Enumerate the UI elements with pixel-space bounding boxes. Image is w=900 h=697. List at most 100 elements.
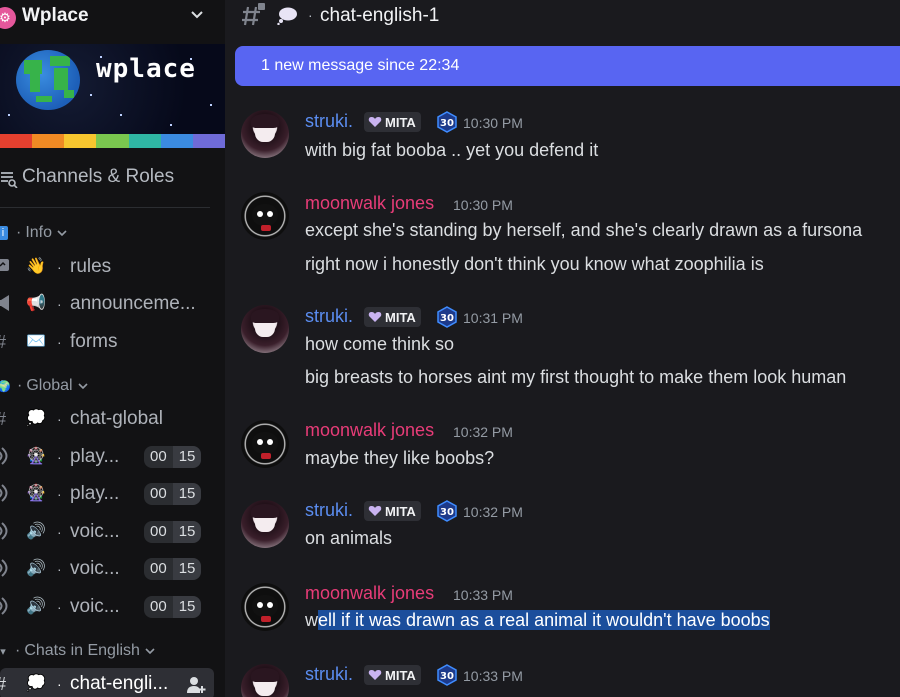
- thought-bubble-icon: [277, 7, 297, 25]
- channel-label: announceme...: [70, 293, 196, 314]
- server-header[interactable]: ⚙ Wplace: [0, 0, 225, 44]
- category-label: Chats in English: [24, 642, 140, 659]
- banner-rainbow-stripe: [0, 134, 225, 148]
- avatar[interactable]: [241, 192, 289, 240]
- username[interactable]: struki.: [305, 111, 353, 132]
- message-text: how come think so: [305, 334, 455, 354]
- heart-icon: [368, 117, 382, 127]
- username[interactable]: struki.: [305, 664, 353, 685]
- sidebar-item-forms[interactable]: # ✉️ · forms: [0, 326, 214, 358]
- sidebar-item-voice-3[interactable]: 🔊 · voic... 00 15: [0, 591, 214, 623]
- timestamp: 10:32 PM: [463, 504, 523, 520]
- category-global[interactable]: 🌍 · Global: [0, 376, 88, 396]
- guild-tag-badge[interactable]: MITA: [364, 112, 421, 132]
- chevron-down-icon: [78, 383, 88, 390]
- channel-label: play...: [70, 483, 120, 504]
- globe-logo-icon: [16, 50, 80, 110]
- new-message-text: 1 new message since 22:34: [261, 57, 460, 74]
- megaphone-icon: 📢: [26, 295, 46, 312]
- heart-icon: [368, 506, 382, 516]
- level-badge-icon: 30: [437, 111, 457, 133]
- username[interactable]: moonwalk jones: [305, 193, 434, 214]
- voice-user-counter: 00 15: [144, 596, 202, 618]
- timestamp: 10:33 PM: [463, 668, 523, 684]
- speaker-icon: [0, 522, 14, 542]
- svg-text:30: 30: [440, 671, 454, 682]
- chevron-down-icon[interactable]: [190, 8, 204, 22]
- envelope-icon: ✉️: [26, 333, 46, 350]
- channel-label: chat-global: [70, 408, 163, 429]
- hash-lock-icon: #: [0, 674, 14, 694]
- category-info[interactable]: i · Info: [0, 223, 67, 243]
- speaker-icon: [0, 484, 14, 504]
- pin-icon: ▾: [0, 645, 6, 658]
- channels-roles-label: Channels & Roles: [22, 166, 175, 187]
- server-name: Wplace: [22, 5, 89, 26]
- voice-user-counter: 00 15: [144, 446, 202, 468]
- username[interactable]: struki.: [305, 500, 353, 521]
- voice-user-counter: 00 15: [144, 558, 202, 580]
- username[interactable]: moonwalk jones: [305, 420, 434, 441]
- svg-text:30: 30: [440, 313, 454, 324]
- banner-logo-text: wplace: [96, 54, 196, 84]
- guild-tag-badge[interactable]: MITA: [364, 665, 421, 685]
- voice-user-counter: 00 15: [144, 521, 202, 543]
- username[interactable]: struki.: [305, 306, 353, 327]
- heart-icon: [368, 670, 382, 680]
- avatar[interactable]: [241, 305, 289, 353]
- add-user-icon[interactable]: [186, 675, 206, 695]
- speaker-icon: [0, 447, 14, 467]
- hash-icon: #: [0, 332, 14, 352]
- sidebar-item-voice-play-2[interactable]: 🎡 · play... 00 15: [0, 478, 214, 510]
- category-label: Info: [25, 224, 53, 241]
- svg-text:30: 30: [440, 507, 454, 518]
- speaker-icon: [0, 597, 14, 617]
- sidebar-item-chat-english[interactable]: # 💭 · chat-engli...: [0, 668, 214, 697]
- sidebar-item-chat-global[interactable]: # 💭 · chat-global: [0, 403, 214, 435]
- globe-icon: 🌍: [0, 380, 11, 393]
- timestamp: 10:32 PM: [453, 424, 513, 440]
- chat-area: · chat-english-1 1 new message since 22:…: [225, 0, 900, 697]
- avatar[interactable]: [241, 500, 289, 548]
- avatar[interactable]: [241, 664, 289, 697]
- avatar[interactable]: [241, 583, 289, 631]
- message-text: on animals: [305, 528, 393, 548]
- username[interactable]: moonwalk jones: [305, 583, 434, 604]
- ferris-wheel-icon: 🎡: [26, 485, 46, 502]
- avatar[interactable]: [241, 420, 289, 468]
- avatar[interactable]: [241, 110, 289, 158]
- message-text: maybe they like boobs?: [305, 448, 495, 468]
- channels-roles-icon: [1, 172, 18, 188]
- info-icon: i: [0, 226, 8, 240]
- channel-sidebar: ⚙ Wplace wplace Channels & Roles i · Inf…: [0, 0, 225, 697]
- level-badge-icon: 30: [437, 500, 457, 522]
- voice-user-counter: 00 15: [144, 483, 202, 505]
- chevron-down-icon: [145, 648, 155, 655]
- loudspeaker-icon: 🔊: [26, 523, 46, 540]
- sidebar-item-voice-1[interactable]: 🔊 · voic... 00 15: [0, 516, 214, 548]
- speaker-icon: [0, 559, 14, 579]
- guild-tag-badge[interactable]: MITA: [364, 501, 421, 521]
- channel-label: play...: [70, 446, 120, 467]
- new-message-banner[interactable]: 1 new message since 22:34: [235, 46, 900, 86]
- server-gear-icon: ⚙: [0, 7, 16, 29]
- channel-title: chat-english-1: [320, 5, 440, 26]
- sidebar-item-voice-2[interactable]: 🔊 · voic... 00 15: [0, 553, 214, 585]
- channel-label: forms: [70, 331, 118, 352]
- loudspeaker-icon: 🔊: [26, 598, 46, 615]
- channel-label: voic...: [70, 521, 120, 542]
- channels-roles-button[interactable]: Channels & Roles: [0, 164, 210, 192]
- svg-text:30: 30: [440, 118, 454, 129]
- sidebar-item-rules[interactable]: 👋 · rules: [0, 251, 214, 283]
- sidebar-item-announcements[interactable]: 📢 · announceme...: [0, 288, 214, 320]
- guild-tag-badge[interactable]: MITA: [364, 307, 421, 327]
- rules-channel-icon: [0, 257, 14, 277]
- sidebar-item-voice-play-1[interactable]: 🎡 · play... 00 15: [0, 441, 214, 473]
- message-text: well if it was drawn as a real animal it…: [305, 610, 770, 630]
- category-chats-in-english[interactable]: ▾ · Chats in English: [0, 641, 155, 661]
- hash-icon: #: [0, 409, 14, 429]
- channel-label: chat-engli...: [70, 673, 169, 694]
- loudspeaker-icon: 🔊: [26, 560, 46, 577]
- waving-hand-icon: 👋: [26, 258, 46, 275]
- channel-label: voic...: [70, 558, 120, 579]
